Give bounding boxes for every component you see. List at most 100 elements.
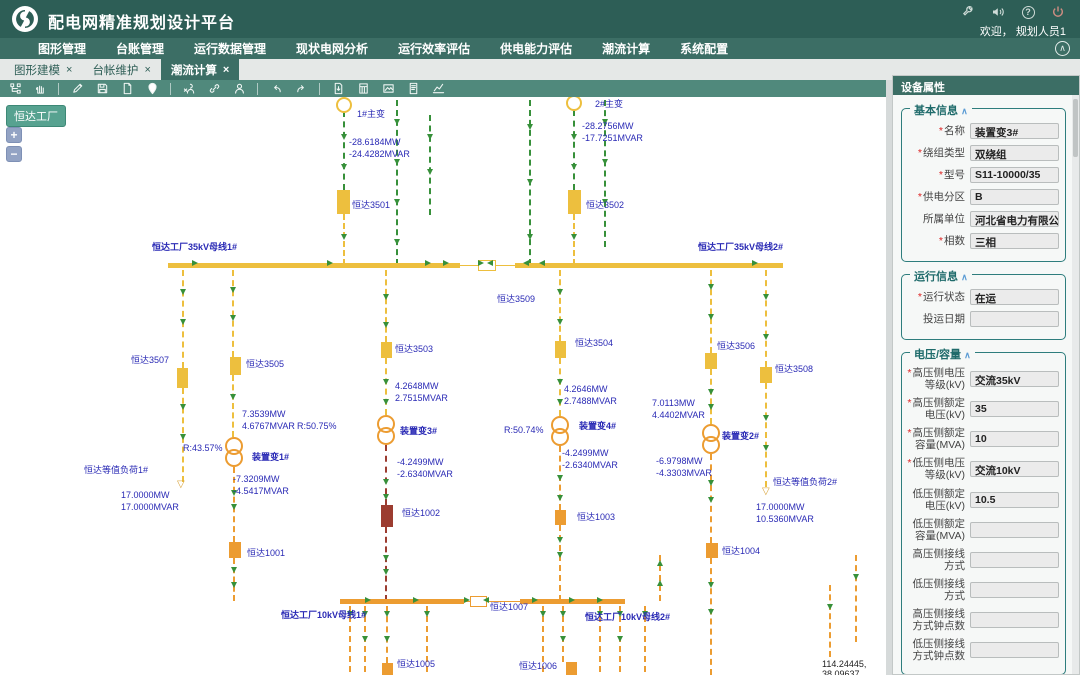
tab-close-icon[interactable]: × (144, 64, 150, 76)
curve-icon[interactable] (431, 82, 445, 96)
doc-icon[interactable] (120, 82, 134, 96)
field-value-input[interactable]: 三相 (970, 233, 1059, 249)
speaker-icon[interactable] (990, 4, 1006, 20)
field-value-input[interactable]: 装置变3# (970, 123, 1059, 139)
report-export-icon[interactable] (331, 82, 345, 96)
zoom-out-button[interactable]: − (6, 146, 22, 162)
field-label: 所属单位 (906, 213, 970, 225)
collapse-caret-icon[interactable]: ∧ (961, 106, 968, 116)
tab-2[interactable]: 台帐维护× (82, 59, 160, 80)
load-arrow[interactable]: ▽ (762, 487, 770, 497)
diagram-label: 恒达3505 (246, 360, 284, 369)
busbar[interactable] (168, 263, 460, 268)
diagram-label: 装置变2# (722, 432, 759, 441)
zoom-in-button[interactable]: + (6, 127, 22, 143)
menu-item-4[interactable]: 现状电网分析 (296, 40, 368, 57)
menu-item-8[interactable]: 系统配置 (680, 40, 728, 57)
link-icon[interactable] (207, 82, 221, 96)
edit-icon[interactable] (70, 82, 84, 96)
busbar[interactable] (340, 599, 464, 604)
field-value-input[interactable] (970, 612, 1059, 628)
field-label: *低压侧电压等级(kV) (906, 457, 970, 481)
breaker-symbol[interactable] (555, 341, 566, 358)
breaker-symbol[interactable] (382, 663, 393, 675)
breaker-symbol[interactable] (177, 368, 188, 388)
calculator-icon[interactable] (356, 82, 370, 96)
breaker-symbol[interactable] (381, 505, 393, 527)
transformer-symbol[interactable] (377, 427, 395, 445)
redo-icon[interactable] (294, 82, 308, 96)
breaker-symbol[interactable] (706, 543, 718, 558)
menu-item-3[interactable]: 运行数据管理 (194, 40, 266, 57)
field-value-input[interactable]: 交流10kV (970, 461, 1059, 477)
transformer-symbol[interactable] (551, 428, 569, 446)
field-value-input[interactable] (970, 552, 1059, 568)
breaker-symbol[interactable] (337, 190, 350, 214)
busbar[interactable] (496, 265, 515, 266)
collapse-caret-icon[interactable]: ∧ (964, 350, 971, 360)
field-value-input[interactable] (970, 311, 1059, 327)
breaker-symbol[interactable] (760, 367, 772, 383)
field-value-input[interactable]: B (970, 189, 1059, 205)
help-icon[interactable]: ? (1020, 4, 1036, 20)
transformer-symbol[interactable] (336, 97, 352, 113)
flow-arrow (180, 434, 186, 440)
busbar[interactable] (515, 263, 783, 268)
breaker-symbol[interactable] (568, 190, 581, 214)
breaker-symbol[interactable] (705, 353, 717, 369)
field-value-input[interactable]: 在运 (970, 289, 1059, 305)
busbar[interactable] (460, 265, 478, 266)
panel-scrollbar[interactable] (1072, 95, 1079, 674)
field-value-input[interactable] (970, 582, 1059, 598)
tab-close-icon[interactable]: × (223, 64, 229, 76)
field-value-input[interactable] (970, 522, 1059, 538)
menu-item-6[interactable]: 供电能力评估 (500, 40, 572, 57)
flow-arrow (341, 134, 347, 140)
menu-item-7[interactable]: 潮流计算 (602, 40, 650, 57)
breaker-symbol[interactable] (555, 510, 566, 525)
undo-icon[interactable] (269, 82, 283, 96)
breaker-symbol[interactable] (229, 542, 241, 558)
field-value-input[interactable]: 交流35kV (970, 371, 1059, 387)
breaker-symbol[interactable] (381, 342, 392, 358)
collapse-up-icon[interactable]: ∧ (1055, 41, 1070, 56)
menu-item-5[interactable]: 运行效率评估 (398, 40, 470, 57)
pin-icon[interactable] (145, 82, 159, 96)
field-value-input[interactable] (970, 642, 1059, 658)
report-icon[interactable] (406, 82, 420, 96)
diagram-label: R:50.74% (504, 426, 544, 435)
diagram-label: 恒达等值负荷1# (84, 466, 148, 475)
field-value-input[interactable]: 35 (970, 401, 1059, 417)
hand-icon[interactable] (33, 82, 47, 96)
load-arrow[interactable]: ▽ (177, 480, 185, 490)
tab-1[interactable]: 图形建模× (4, 59, 82, 80)
panel-section-1: 基本信息 ∧*名称装置变3#*绕组类型双绕组*型号S11-10000/35*供电… (901, 108, 1066, 262)
field-value-input[interactable]: 双绕组 (970, 145, 1059, 161)
wrench-icon[interactable] (960, 4, 976, 20)
image-export-icon[interactable] (381, 82, 395, 96)
diagram-canvas[interactable]: 恒达工厂 + − 114.24445, 38.09637 ▽▽1#主变2#主变-… (0, 97, 886, 675)
field-value-input[interactable]: 河北省电力有限公司 (970, 211, 1059, 227)
transformer-symbol[interactable] (566, 97, 582, 111)
user-x-icon[interactable] (182, 82, 196, 96)
breaker-symbol[interactable] (230, 357, 241, 375)
user-icon[interactable] (232, 82, 246, 96)
field-value-input[interactable]: S11-10000/35 (970, 167, 1059, 183)
tab-close-icon[interactable]: × (66, 64, 72, 76)
tab-3[interactable]: 潮流计算× (161, 59, 239, 80)
scrollbar-thumb[interactable] (1073, 99, 1078, 157)
save-icon[interactable] (95, 82, 109, 96)
power-icon[interactable] (1050, 4, 1066, 20)
menu-item-2[interactable]: 台账管理 (116, 40, 164, 57)
transformer-symbol[interactable] (702, 436, 720, 454)
tree-icon[interactable] (8, 82, 22, 96)
transformer-symbol[interactable] (225, 449, 243, 467)
menu-item-1[interactable]: 图形管理 (38, 40, 86, 57)
field-value-input[interactable]: 10 (970, 431, 1059, 447)
field-value-input[interactable]: 10.5 (970, 492, 1059, 508)
factory-badge[interactable]: 恒达工厂 (6, 105, 66, 127)
diagram-label: 恒达1003 (577, 513, 615, 522)
collapse-caret-icon[interactable]: ∧ (961, 272, 968, 282)
breaker-symbol[interactable] (566, 662, 577, 675)
flow-arrow (763, 445, 769, 451)
